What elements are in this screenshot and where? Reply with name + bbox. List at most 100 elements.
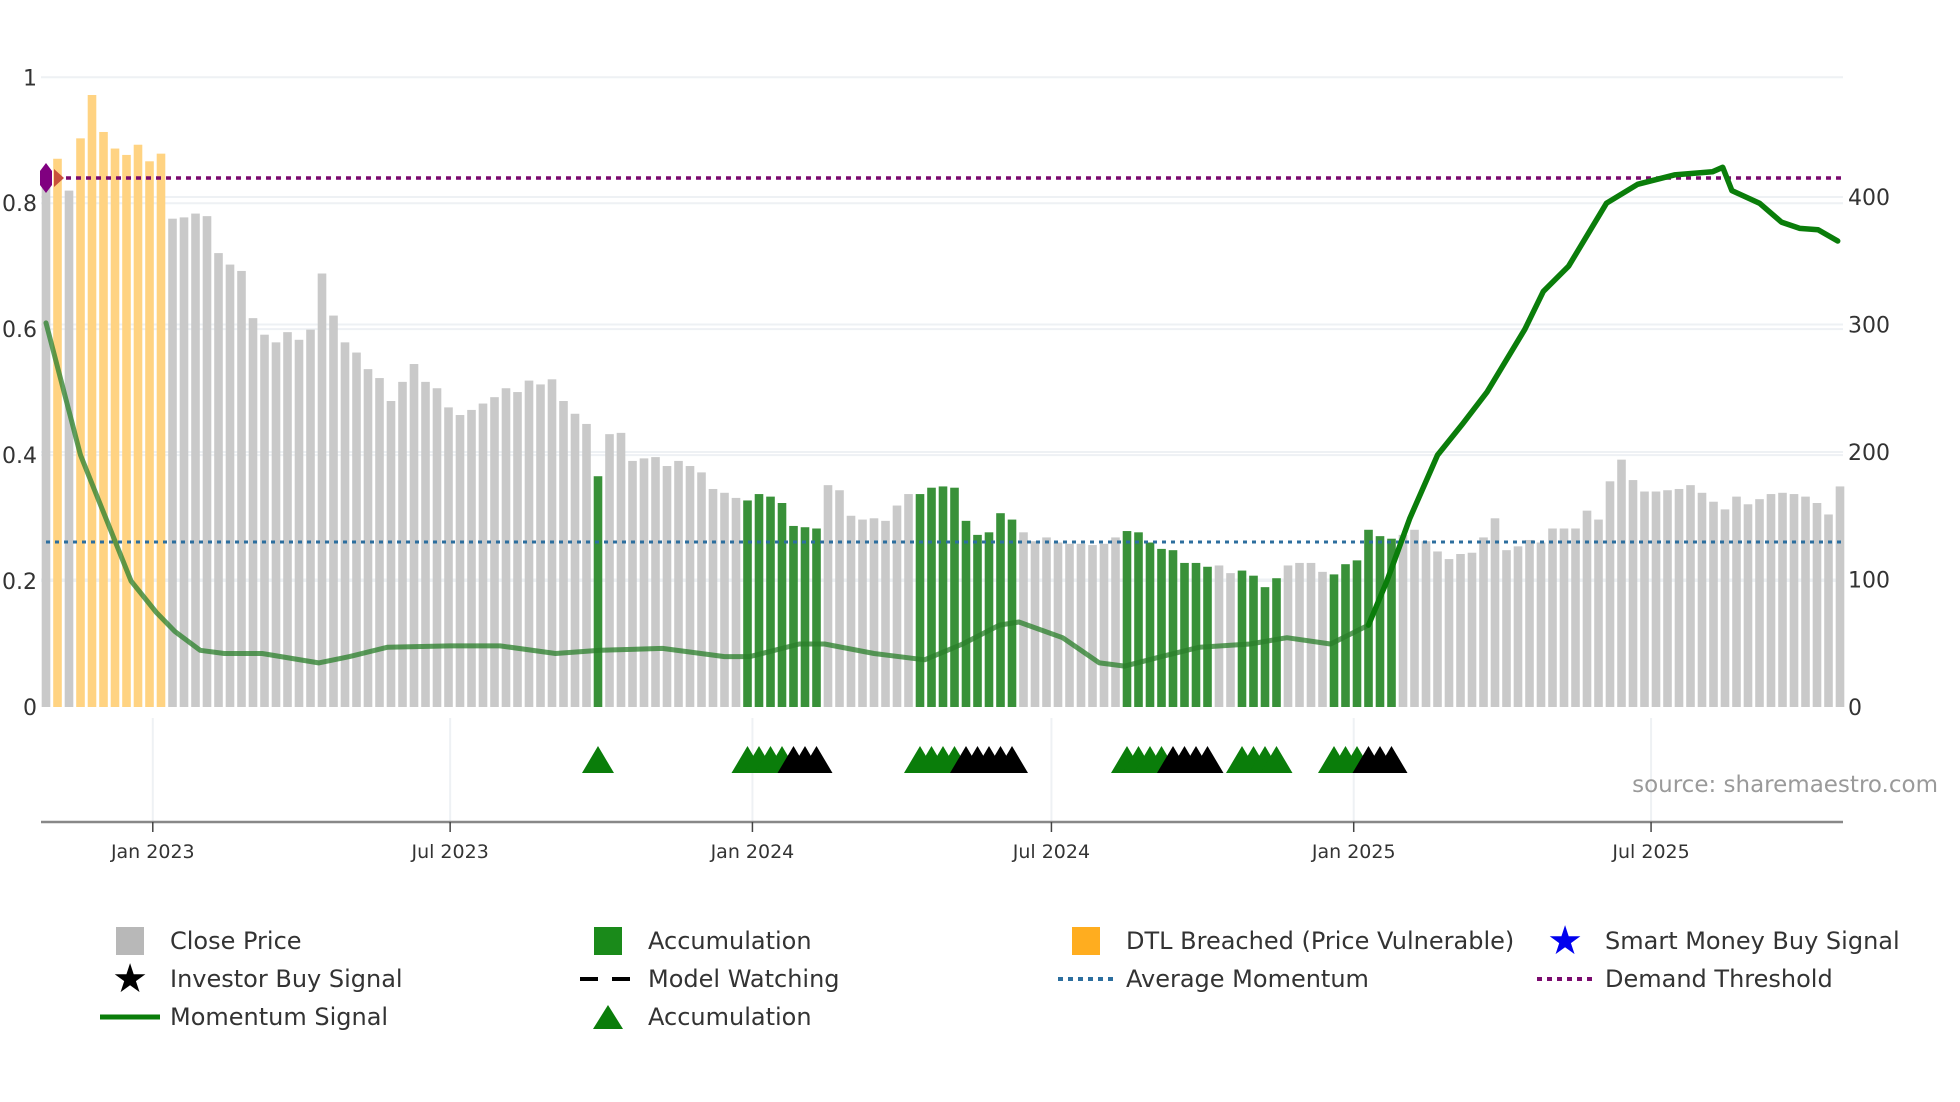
close-price-bar: [1306, 562, 1316, 707]
dtl-breached-bar: [133, 144, 143, 708]
accumulation-bar: [1157, 548, 1166, 707]
accumulation-bar: [927, 487, 936, 707]
close-price-bar: [283, 332, 292, 707]
close-price-bar: [1732, 496, 1741, 707]
close-price-bar: [421, 381, 430, 707]
close-price-bar: [559, 401, 568, 707]
close-price-bar: [1663, 490, 1672, 707]
x-tick-label: Jul 2025: [1611, 841, 1689, 863]
accumulation-bar: [789, 525, 798, 707]
left-axis-tick-label: 1: [23, 66, 37, 91]
close-price-bar: [651, 457, 660, 707]
close-price-bar: [1628, 480, 1638, 707]
legend-item[interactable]: Model Watching: [578, 962, 840, 996]
close-price-bar: [1709, 501, 1718, 707]
close-price-bar: [1099, 543, 1109, 707]
legend-item[interactable]: Accumulation: [578, 924, 812, 958]
close-price-bar: [1755, 499, 1764, 707]
dtl-breached-bar: [110, 148, 120, 708]
x-tick-label: Jan 2025: [1311, 841, 1396, 863]
close-price-bar: [1640, 491, 1649, 707]
close-price-bar: [662, 466, 672, 707]
close-price-bar: [616, 432, 626, 707]
close-price-bar: [1502, 550, 1511, 707]
close-price-bar: [329, 315, 338, 707]
close-price-bar: [455, 415, 465, 707]
close-price-bar: [1226, 573, 1235, 707]
legend-item[interactable]: DTL Breached (Price Vulnerable): [1056, 924, 1514, 958]
accumulation-bar: [1237, 570, 1247, 707]
close-price-bar: [306, 329, 315, 707]
accumulation-bar: [938, 486, 948, 707]
accumulation-bar: [984, 532, 994, 707]
black-star-icon: ★: [112, 956, 148, 1002]
close-price-bar: [1789, 494, 1799, 707]
close-price-bar: [1214, 565, 1224, 707]
close-price-bar: [1835, 486, 1845, 707]
close-price-bar: [1076, 543, 1086, 707]
source-label: source: sharemaestro.com: [1632, 772, 1938, 798]
close-price-bar: [1651, 491, 1661, 707]
close-price-bar: [1778, 492, 1787, 707]
close-price-bar: [1559, 528, 1569, 707]
legend-item[interactable]: Accumulation: [578, 1000, 812, 1034]
close-price-bar: [1053, 542, 1063, 707]
legend-label: Accumulation: [648, 1003, 812, 1031]
close-price-bar: [1421, 541, 1431, 707]
price-bars: [41, 95, 1845, 708]
accumulation-bar: [973, 534, 982, 707]
left-axis-tick-label: 0.4: [2, 444, 37, 469]
right-axis-tick-label: 200: [1848, 441, 1890, 466]
close-price-bar: [674, 460, 683, 707]
close-price-bar: [846, 515, 856, 707]
close-price-bar: [1065, 543, 1074, 707]
close-price-bar: [1548, 528, 1557, 707]
legend-item[interactable]: Momentum Signal: [100, 1000, 388, 1034]
close-price-bar: [881, 520, 890, 707]
close-price-bar: [214, 253, 223, 707]
close-price-bar: [467, 409, 476, 707]
close-price-bar: [708, 488, 718, 707]
close-price-bar: [501, 388, 511, 707]
accumulation-bar: [777, 503, 787, 707]
accumulation-bar: [800, 527, 810, 707]
legend-label: Smart Money Buy Signal: [1605, 927, 1900, 955]
right-axis-tick-label: 100: [1848, 569, 1890, 594]
legend-item[interactable]: Demand Threshold: [1535, 962, 1833, 996]
dtl-breached-bar: [156, 153, 166, 707]
accumulation-bar: [1134, 532, 1143, 707]
legend-item[interactable]: Close Price: [100, 924, 302, 958]
close-price-bar: [1571, 528, 1580, 707]
close-price-bar: [1801, 496, 1810, 707]
blue-dots-icon: [1056, 962, 1116, 996]
close-price-bar: [1594, 519, 1603, 707]
dtl-breached-bar: [145, 161, 154, 708]
legend-item[interactable]: ★ Investor Buy Signal: [100, 956, 403, 1002]
close-price-bar: [1111, 537, 1120, 707]
close-price-bar: [685, 466, 695, 707]
dtl-breached-bar: [99, 131, 108, 708]
dtl-breached-bar: [76, 138, 85, 708]
accumulation-bar: [1180, 562, 1189, 707]
close-price-bar: [1088, 545, 1097, 707]
close-price-bar: [409, 364, 419, 707]
close-price-bar: [478, 403, 488, 707]
legend-label: Model Watching: [648, 965, 840, 993]
purple-dots-icon: [1535, 962, 1595, 996]
close-price-bar: [720, 492, 729, 707]
close-price-bar: [1479, 537, 1488, 707]
legend-label: Investor Buy Signal: [170, 965, 403, 993]
accumulation-bar: [593, 476, 603, 707]
close-price-bar: [835, 490, 844, 707]
close-price-bar: [225, 264, 235, 707]
dtl-breached-bar: [87, 95, 97, 707]
gray-square-icon: [100, 924, 160, 958]
accumulation-bar: [961, 520, 971, 707]
legend-item[interactable]: Average Momentum: [1056, 962, 1369, 996]
close-price-bar: [248, 318, 258, 707]
legend-item[interactable]: ★ Smart Money Buy Signal: [1535, 921, 1900, 961]
close-price-bar: [1433, 551, 1442, 707]
close-price-bar: [513, 392, 522, 707]
close-price-bar: [1743, 504, 1753, 707]
close-price-bar: [639, 458, 649, 707]
